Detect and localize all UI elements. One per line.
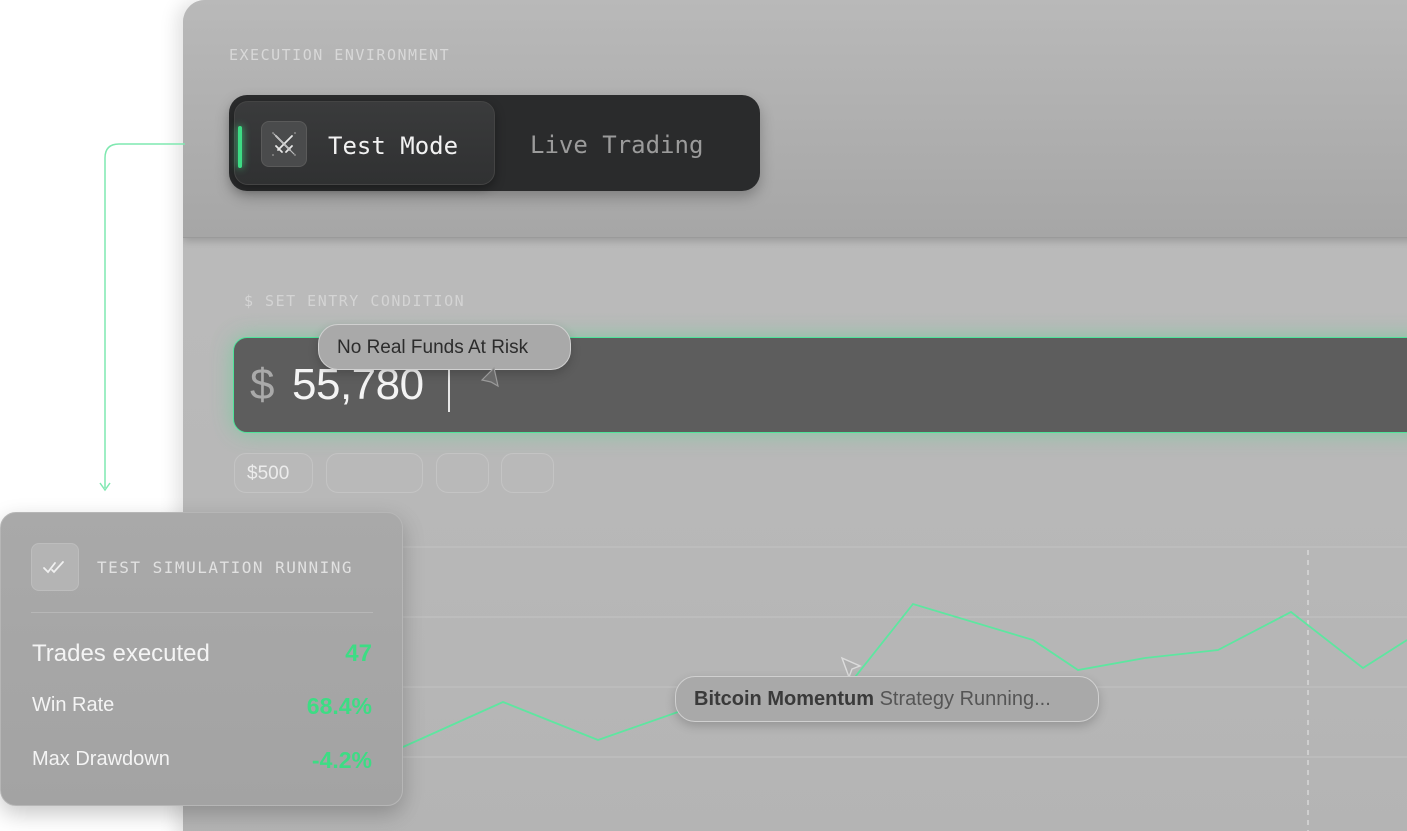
divider [31, 612, 373, 613]
set-entry-condition-label: $ SET ENTRY CONDITION [244, 292, 466, 310]
live-trading-option[interactable]: Live Trading [530, 131, 703, 159]
execution-environment-label: EXECUTION ENVIRONMENT [229, 46, 451, 64]
simulation-stats-card: TEST SIMULATION RUNNING Trades executed … [0, 512, 403, 806]
simulation-title: TEST SIMULATION RUNNING [97, 558, 354, 577]
execution-environment-section: EXECUTION ENVIRONMENT Test Mode Live Tra… [183, 0, 1407, 238]
mode-switch[interactable]: Test Mode Live Trading [229, 95, 760, 191]
no-funds-tooltip: No Real Funds At Risk [318, 324, 571, 370]
connector-line [99, 143, 185, 492]
currency-symbol: $ [250, 360, 275, 409]
win-rate-value: 68.4% [306, 693, 372, 719]
double-check-icon [31, 543, 79, 591]
quick-amount-chip[interactable] [436, 453, 489, 493]
mode-option-test[interactable]: Test Mode [234, 101, 495, 185]
strategy-name: Bitcoin Momentum [694, 688, 874, 710]
quick-amount-chip[interactable] [501, 453, 554, 493]
max-drawdown-value: -4.2% [311, 747, 372, 773]
cursor-icon [480, 366, 499, 388]
active-indicator [238, 126, 242, 168]
strategy-status: Strategy Running... [879, 688, 1051, 710]
quick-amount-chip[interactable] [326, 453, 423, 493]
quick-amount-label: $500 [247, 463, 290, 484]
strategy-status-tooltip: Bitcoin Momentum Strategy Running... [675, 676, 1099, 722]
trades-executed-label: Trades executed [32, 640, 210, 667]
quick-amount-chip[interactable]: $500 [234, 453, 313, 493]
max-drawdown-label: Max Drawdown [32, 748, 170, 770]
test-mode-label: Test Mode [328, 132, 459, 160]
win-rate-label: Win Rate [32, 694, 115, 716]
trades-executed-value: 47 [345, 640, 372, 667]
crossed-swords-icon [261, 121, 307, 167]
